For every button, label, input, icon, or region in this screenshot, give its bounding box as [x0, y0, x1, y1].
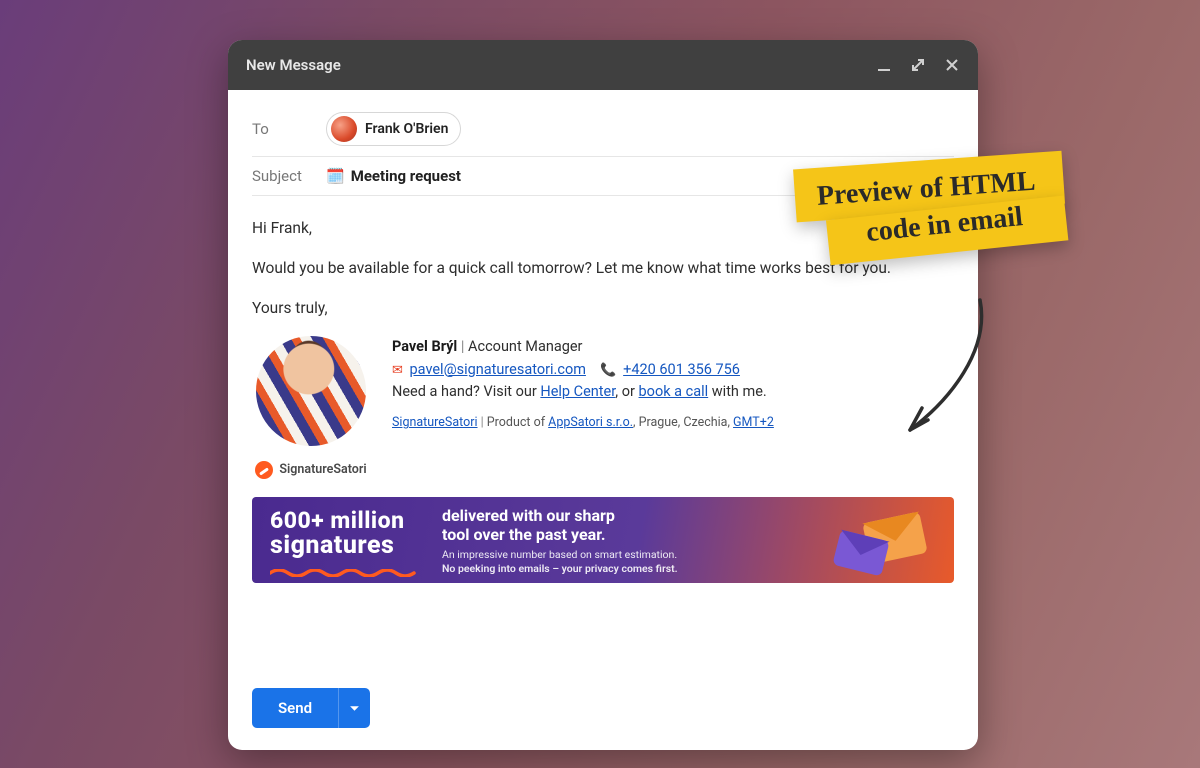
footer-company-link[interactable]: AppSatori s.r.o. — [548, 415, 633, 430]
book-call-link[interactable]: book a call — [639, 383, 709, 400]
email-signature: SignatureSatori Pavel Brýl | Account Man… — [252, 336, 954, 479]
window-controls — [876, 57, 960, 73]
calendar-icon: 🗓️ — [326, 167, 345, 185]
message-body[interactable]: Hi Frank, Would you be available for a q… — [228, 196, 978, 672]
annotation-arrow — [900, 290, 1020, 450]
signature-email[interactable]: pavel@signaturesatori.com — [410, 361, 586, 378]
footer-tz-link[interactable]: GMT+2 — [733, 415, 774, 430]
footer-loc: , Prague, Czechia, — [633, 415, 733, 430]
send-label: Send — [252, 699, 338, 717]
brand-label: SignatureSatori — [279, 460, 366, 479]
mail-icon: ✉ — [392, 363, 403, 378]
subject-text: Meeting request — [351, 167, 461, 185]
footer-prod: Product of — [487, 415, 548, 430]
help-pre: Need a hand? Visit our — [392, 383, 540, 400]
expand-icon[interactable] — [910, 57, 926, 73]
to-field[interactable]: To Frank O'Brien — [252, 102, 954, 157]
help-mid: , or — [615, 383, 638, 400]
compose-window: New Message To Frank O'Brien Subject 🗓️ … — [228, 40, 978, 750]
banner-headline-2: signatures — [270, 533, 420, 559]
banner-small-1: An impressive number based on smart esti… — [442, 548, 678, 561]
banner-small-2: No peeking into emails – your privacy co… — [442, 562, 678, 575]
separator: | — [461, 338, 468, 355]
avatar — [331, 116, 357, 142]
banner-sub-2: tool over the past year. — [442, 525, 678, 544]
subject-label: Subject — [252, 167, 308, 185]
to-label: To — [252, 120, 308, 138]
signature-phone[interactable]: +420 601 356 756 — [623, 361, 740, 378]
window-title: New Message — [246, 56, 341, 74]
phone-icon: 📞 — [600, 363, 616, 378]
recipient-name: Frank O'Brien — [365, 121, 448, 137]
signoff: Yours truly, — [252, 296, 954, 320]
titlebar: New Message — [228, 40, 978, 90]
compose-footer: Send — [228, 672, 978, 750]
minimize-icon[interactable] — [876, 57, 892, 73]
signature-brand[interactable]: SignatureSatori — [255, 460, 366, 479]
footer-brand-link[interactable]: SignatureSatori — [392, 415, 478, 430]
wave-decoration — [270, 564, 420, 572]
signature-title: Account Manager — [468, 338, 582, 355]
recipient-chip[interactable]: Frank O'Brien — [326, 112, 461, 146]
send-button[interactable]: Send — [252, 688, 370, 728]
banner-art — [824, 503, 944, 577]
help-post: with me. — [708, 383, 767, 400]
signature-name: Pavel Brýl — [392, 338, 457, 355]
help-center-link[interactable]: Help Center — [540, 383, 615, 400]
signature-photo — [256, 336, 366, 446]
close-icon[interactable] — [944, 57, 960, 73]
annotation-note: Preview of HTML code in email — [793, 151, 1068, 263]
promo-banner[interactable]: 600+ million signatures delivered with o… — [252, 497, 954, 583]
banner-headline-1: 600+ million — [270, 509, 420, 533]
send-dropdown-icon[interactable] — [338, 688, 370, 728]
banner-sub-1: delivered with our sharp — [442, 506, 678, 525]
brand-icon — [255, 461, 273, 479]
